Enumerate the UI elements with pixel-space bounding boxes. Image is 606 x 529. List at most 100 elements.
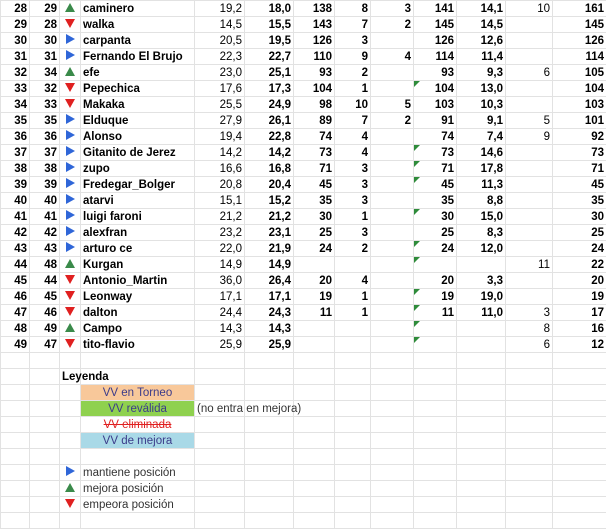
total-cell[interactable]: 141 [414,1,457,17]
grid-cell[interactable] [294,465,335,481]
legend-mejora-swatch[interactable]: VV de mejora [81,433,195,449]
previous-rank-cell[interactable]: 29 [30,1,60,17]
avg-g-cell[interactable]: 14,5 [457,17,506,33]
player-name-cell[interactable]: Gitanito de Jerez [81,145,195,161]
movement-cell[interactable] [60,289,81,305]
player-name-cell[interactable]: alexfran [81,225,195,241]
movement-cell[interactable] [60,97,81,113]
grid-cell[interactable] [414,465,457,481]
grid-cell[interactable] [553,369,606,385]
grid-cell[interactable] [245,433,294,449]
grid-cell[interactable] [294,385,335,401]
movement-cell[interactable] [60,49,81,65]
grid-cell[interactable] [195,465,245,481]
avg-a-cell[interactable]: 14,5 [195,17,245,33]
grid-cell[interactable] [245,465,294,481]
movement-cell[interactable] [60,1,81,17]
avg-b-cell[interactable]: 14,3 [245,321,294,337]
movement-cell[interactable] [60,257,81,273]
games-cell[interactable]: 3 [335,161,371,177]
extra-cell[interactable]: 5 [506,113,553,129]
grid-cell[interactable] [335,417,371,433]
avg-a-cell[interactable]: 19,4 [195,129,245,145]
points-cell[interactable]: 35 [294,193,335,209]
games-cell[interactable]: 1 [335,209,371,225]
movement-cell[interactable] [60,177,81,193]
avg-b-cell[interactable]: 17,3 [245,81,294,97]
extra-cell[interactable]: 6 [506,65,553,81]
points-cell[interactable]: 93 [294,65,335,81]
bonus-cell[interactable] [371,289,414,305]
grid-cell[interactable] [335,481,371,497]
player-name-cell[interactable]: Pepechica [81,81,195,97]
grid-cell[interactable] [30,449,60,465]
grid-cell[interactable] [414,481,457,497]
grid-cell[interactable] [195,433,245,449]
rank-cell[interactable]: 36 [1,129,30,145]
points-cell[interactable]: 11 [294,305,335,321]
movement-cell[interactable] [60,337,81,353]
avg-a-cell[interactable]: 23,0 [195,65,245,81]
extra-cell[interactable]: 6 [506,337,553,353]
grid-cell[interactable] [60,433,81,449]
avg-a-cell[interactable]: 20,5 [195,33,245,49]
final-score-cell[interactable]: 103 [553,97,606,113]
final-score-cell[interactable]: 45 [553,177,606,193]
grid-cell[interactable] [457,385,506,401]
avg-a-cell[interactable]: 22,0 [195,241,245,257]
final-score-cell[interactable]: 161 [553,1,606,17]
extra-cell[interactable] [506,49,553,65]
player-name-cell[interactable]: Campo [81,321,195,337]
grid-cell[interactable] [414,513,457,529]
previous-rank-cell[interactable]: 35 [30,113,60,129]
grid-cell[interactable] [1,353,30,369]
grid-cell[interactable] [245,385,294,401]
grid-cell[interactable] [553,385,606,401]
total-cell[interactable]: 25 [414,225,457,241]
grid-cell[interactable] [30,353,60,369]
grid-cell[interactable] [335,353,371,369]
total-cell[interactable]: 20 [414,273,457,289]
avg-g-cell[interactable]: 9,1 [457,113,506,129]
previous-rank-cell[interactable]: 46 [30,305,60,321]
previous-rank-cell[interactable]: 45 [30,289,60,305]
total-cell[interactable]: 73 [414,145,457,161]
grid-cell[interactable] [195,513,245,529]
avg-g-cell[interactable]: 14,1 [457,1,506,17]
grid-cell[interactable] [294,353,335,369]
points-cell[interactable]: 20 [294,273,335,289]
games-cell[interactable]: 1 [335,81,371,97]
rank-cell[interactable]: 30 [1,33,30,49]
points-cell[interactable]: 104 [294,81,335,97]
games-cell[interactable]: 3 [335,177,371,193]
final-score-cell[interactable]: 22 [553,257,606,273]
previous-rank-cell[interactable]: 49 [30,321,60,337]
grid-cell[interactable] [457,401,506,417]
grid-cell[interactable] [414,353,457,369]
rank-cell[interactable]: 33 [1,81,30,97]
grid-cell[interactable] [553,401,606,417]
grid-cell[interactable] [195,369,245,385]
points-cell[interactable]: 25 [294,225,335,241]
total-cell[interactable]: 103 [414,97,457,113]
player-name-cell[interactable]: carpanta [81,33,195,49]
bonus-cell[interactable] [371,65,414,81]
points-cell[interactable]: 143 [294,17,335,33]
avg-a-cell[interactable]: 25,9 [195,337,245,353]
previous-rank-cell[interactable]: 39 [30,177,60,193]
avg-g-cell[interactable]: 11,4 [457,49,506,65]
grid-cell[interactable] [371,481,414,497]
movement-cell[interactable] [60,225,81,241]
grid-cell[interactable] [245,417,294,433]
bonus-cell[interactable] [371,305,414,321]
movement-cell[interactable] [60,145,81,161]
previous-rank-cell[interactable]: 41 [30,209,60,225]
grid-cell[interactable] [294,369,335,385]
total-cell[interactable]: 35 [414,193,457,209]
bonus-cell[interactable] [371,33,414,49]
grid-cell[interactable] [371,465,414,481]
avg-g-cell[interactable]: 19,0 [457,289,506,305]
avg-g-cell[interactable]: 10,3 [457,97,506,113]
total-cell[interactable] [414,337,457,353]
avg-b-cell[interactable]: 24,9 [245,97,294,113]
